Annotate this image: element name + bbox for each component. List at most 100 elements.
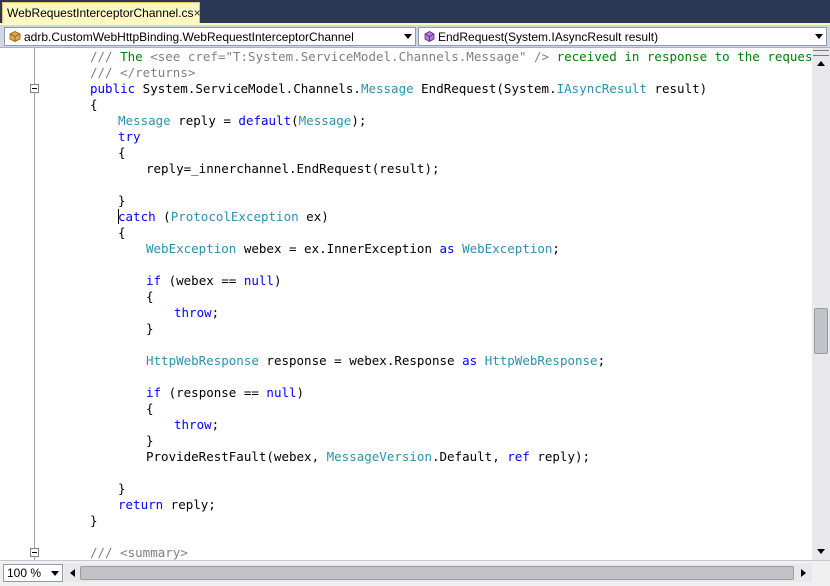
zoom-dropdown[interactable]: 100 % bbox=[3, 564, 63, 582]
vertical-scrollbar[interactable] bbox=[812, 48, 830, 560]
code-token: return bbox=[118, 497, 164, 512]
code-token: EndRequest(System. bbox=[413, 81, 557, 96]
code-token: result) bbox=[646, 81, 708, 96]
code-token: </returns> bbox=[120, 65, 196, 80]
code-editor[interactable]: /// The <see cref="T:System.ServiceModel… bbox=[0, 48, 812, 560]
tab-label: WebRequestInterceptorChannel.cs bbox=[7, 6, 194, 20]
code-token: null bbox=[266, 385, 297, 400]
code-token: throw bbox=[174, 417, 212, 432]
code-token: reply; bbox=[163, 497, 216, 512]
code-token: System.ServiceModel.Channels. bbox=[135, 81, 361, 96]
code-line[interactable]: catch (ProtocolException ex) bbox=[118, 209, 329, 225]
code-token: /// bbox=[90, 545, 121, 560]
code-token: } bbox=[118, 481, 126, 496]
scroll-left-icon[interactable] bbox=[65, 565, 79, 581]
zoom-value: 100 % bbox=[7, 566, 42, 580]
code-line[interactable]: reply=_innerchannel.EndRequest(result); bbox=[146, 161, 440, 177]
code-token: IAsyncResult bbox=[556, 81, 647, 96]
type-selector-value: adrb.CustomWebHttpBinding.WebRequestInte… bbox=[24, 29, 354, 44]
scroll-down-icon[interactable] bbox=[813, 544, 829, 558]
type-selector-dropdown[interactable]: adrb.CustomWebHttpBinding.WebRequestInte… bbox=[4, 27, 416, 46]
code-token: HttpWebResponse bbox=[484, 353, 598, 368]
tab-webrequestinterceptorchannel[interactable]: WebRequestInterceptorChannel.cs × bbox=[2, 2, 201, 23]
code-line[interactable]: { bbox=[118, 225, 126, 241]
code-token: WebException bbox=[146, 241, 237, 256]
code-line[interactable]: public System.ServiceModel.Channels.Mess… bbox=[90, 81, 707, 97]
code-token: (webex == bbox=[161, 273, 244, 288]
code-token: reply=_innerchannel.EndRequest(result); bbox=[146, 161, 440, 176]
code-token: MessageVersion bbox=[326, 449, 432, 464]
code-token: } bbox=[118, 193, 126, 208]
code-line[interactable]: } bbox=[118, 193, 126, 209]
code-line[interactable]: /// <summary> bbox=[90, 545, 188, 560]
code-line[interactable]: throw; bbox=[174, 417, 219, 433]
code-token: throw bbox=[174, 305, 212, 320]
code-token: public bbox=[90, 81, 136, 96]
code-token: catch bbox=[118, 209, 156, 224]
code-line[interactable]: Message reply = default(Message); bbox=[118, 113, 366, 129]
code-line[interactable]: throw; bbox=[174, 305, 219, 321]
code-token: if bbox=[146, 273, 162, 288]
code-token: /// bbox=[90, 65, 121, 80]
class-icon bbox=[8, 30, 22, 44]
code-token: ex) bbox=[298, 209, 329, 224]
code-line[interactable]: { bbox=[146, 401, 154, 417]
code-token: ; bbox=[552, 241, 560, 256]
code-line[interactable]: try bbox=[118, 129, 141, 145]
code-token: ( bbox=[291, 113, 299, 128]
outlining-guide bbox=[34, 48, 35, 560]
code-line[interactable]: ProvideRestFault(webex, MessageVersion.D… bbox=[146, 449, 590, 465]
close-icon[interactable]: × bbox=[194, 5, 201, 21]
code-token: Message bbox=[118, 113, 171, 128]
code-token: WebException bbox=[462, 241, 553, 256]
code-line[interactable]: } bbox=[146, 433, 154, 449]
scroll-right-icon[interactable] bbox=[796, 565, 810, 581]
code-line[interactable]: if (response == null) bbox=[146, 385, 304, 401]
code-line[interactable]: HttpWebResponse response = webex.Respons… bbox=[146, 353, 605, 369]
scrollbar-corner bbox=[812, 564, 830, 584]
code-line[interactable]: } bbox=[146, 321, 154, 337]
code-token: <summary> bbox=[120, 545, 188, 560]
code-token: if bbox=[146, 385, 162, 400]
code-line[interactable]: /// The <see cref="T:System.ServiceModel… bbox=[90, 49, 812, 65]
horizontal-scroll-thumb[interactable] bbox=[80, 566, 794, 580]
code-token: /// bbox=[90, 49, 121, 64]
code-token: ProvideRestFault(webex, bbox=[146, 449, 327, 464]
code-token: (response == bbox=[161, 385, 267, 400]
code-token: null bbox=[243, 273, 274, 288]
code-line[interactable]: WebException webex = ex.InnerException a… bbox=[146, 241, 560, 257]
code-line[interactable]: } bbox=[118, 481, 126, 497]
vertical-scroll-thumb[interactable] bbox=[814, 308, 828, 354]
code-token: { bbox=[146, 401, 154, 416]
code-line[interactable]: { bbox=[118, 145, 126, 161]
code-token: try bbox=[118, 129, 141, 144]
collapse-toggle-icon[interactable] bbox=[30, 548, 39, 557]
document-tab-strip: WebRequestInterceptorChannel.cs × bbox=[0, 0, 830, 25]
code-token: { bbox=[118, 225, 126, 240]
code-token: .Default, bbox=[431, 449, 508, 464]
code-token: { bbox=[118, 145, 126, 160]
code-token: HttpWebResponse bbox=[146, 353, 259, 368]
code-line[interactable]: } bbox=[90, 513, 98, 529]
navigation-bar: adrb.CustomWebHttpBinding.WebRequestInte… bbox=[0, 25, 830, 48]
code-line[interactable]: return reply; bbox=[118, 497, 216, 513]
scroll-up-icon[interactable] bbox=[813, 56, 829, 70]
collapse-toggle-icon[interactable] bbox=[30, 84, 39, 93]
code-token: } bbox=[90, 513, 98, 528]
horizontal-scrollbar[interactable] bbox=[64, 564, 812, 582]
code-token: ); bbox=[351, 113, 367, 128]
code-line[interactable]: /// </returns> bbox=[90, 65, 195, 81]
code-token: ) bbox=[273, 273, 282, 288]
indicator-margin[interactable] bbox=[0, 48, 27, 560]
code-line[interactable]: { bbox=[146, 289, 154, 305]
code-token: as bbox=[462, 353, 478, 368]
chevron-down-icon[interactable] bbox=[812, 28, 826, 45]
code-token: as bbox=[439, 241, 455, 256]
chevron-down-icon[interactable] bbox=[48, 570, 62, 576]
member-selector-dropdown[interactable]: EndRequest(System.IAsyncResult result) bbox=[418, 27, 827, 46]
code-line[interactable]: if (webex == null) bbox=[146, 273, 282, 289]
chevron-down-icon[interactable] bbox=[401, 28, 415, 45]
code-token: response = webex.Response bbox=[258, 353, 463, 368]
code-line[interactable]: { bbox=[90, 97, 98, 113]
